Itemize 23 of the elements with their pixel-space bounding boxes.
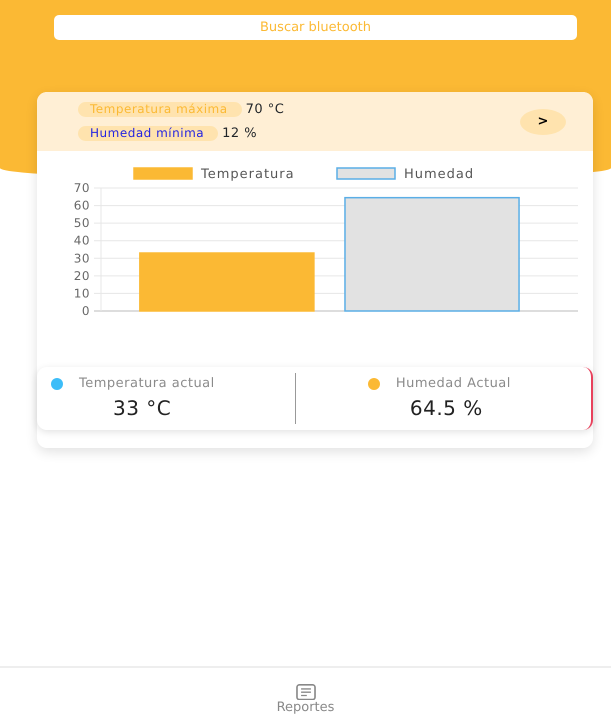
limit-label: Humedad mínima [78,126,218,141]
reading-label: Temperatura actual [79,374,215,393]
reading-label: Humedad Actual [396,374,511,393]
y-axis-label: 20 [74,268,90,283]
y-axis-label: 60 [74,198,90,213]
y-axis-label: 50 [74,216,90,230]
legend-swatch [336,167,396,180]
limit-value: 70 °C [246,101,284,119]
limit-value: 12 % [222,124,258,142]
legend-label: Temperatura [201,167,295,182]
legend-swatch [133,167,193,180]
y-axis-label: 70 [74,181,90,195]
document-icon [294,684,318,700]
legend-label: Humedad [404,167,474,182]
y-axis-label: 0 [82,304,90,318]
reportes-tab[interactable]: Reportes [276,668,334,716]
reading-value: 33 °C [113,396,172,420]
limit-label: Temperatura máxima [78,102,242,118]
y-axis-label: 40 [74,234,90,248]
y-axis-label: 10 [74,286,90,300]
reading-value: 64.5 % [410,396,483,420]
next-button[interactable]: > [520,108,566,134]
y-axis-label: 30 [74,251,90,266]
